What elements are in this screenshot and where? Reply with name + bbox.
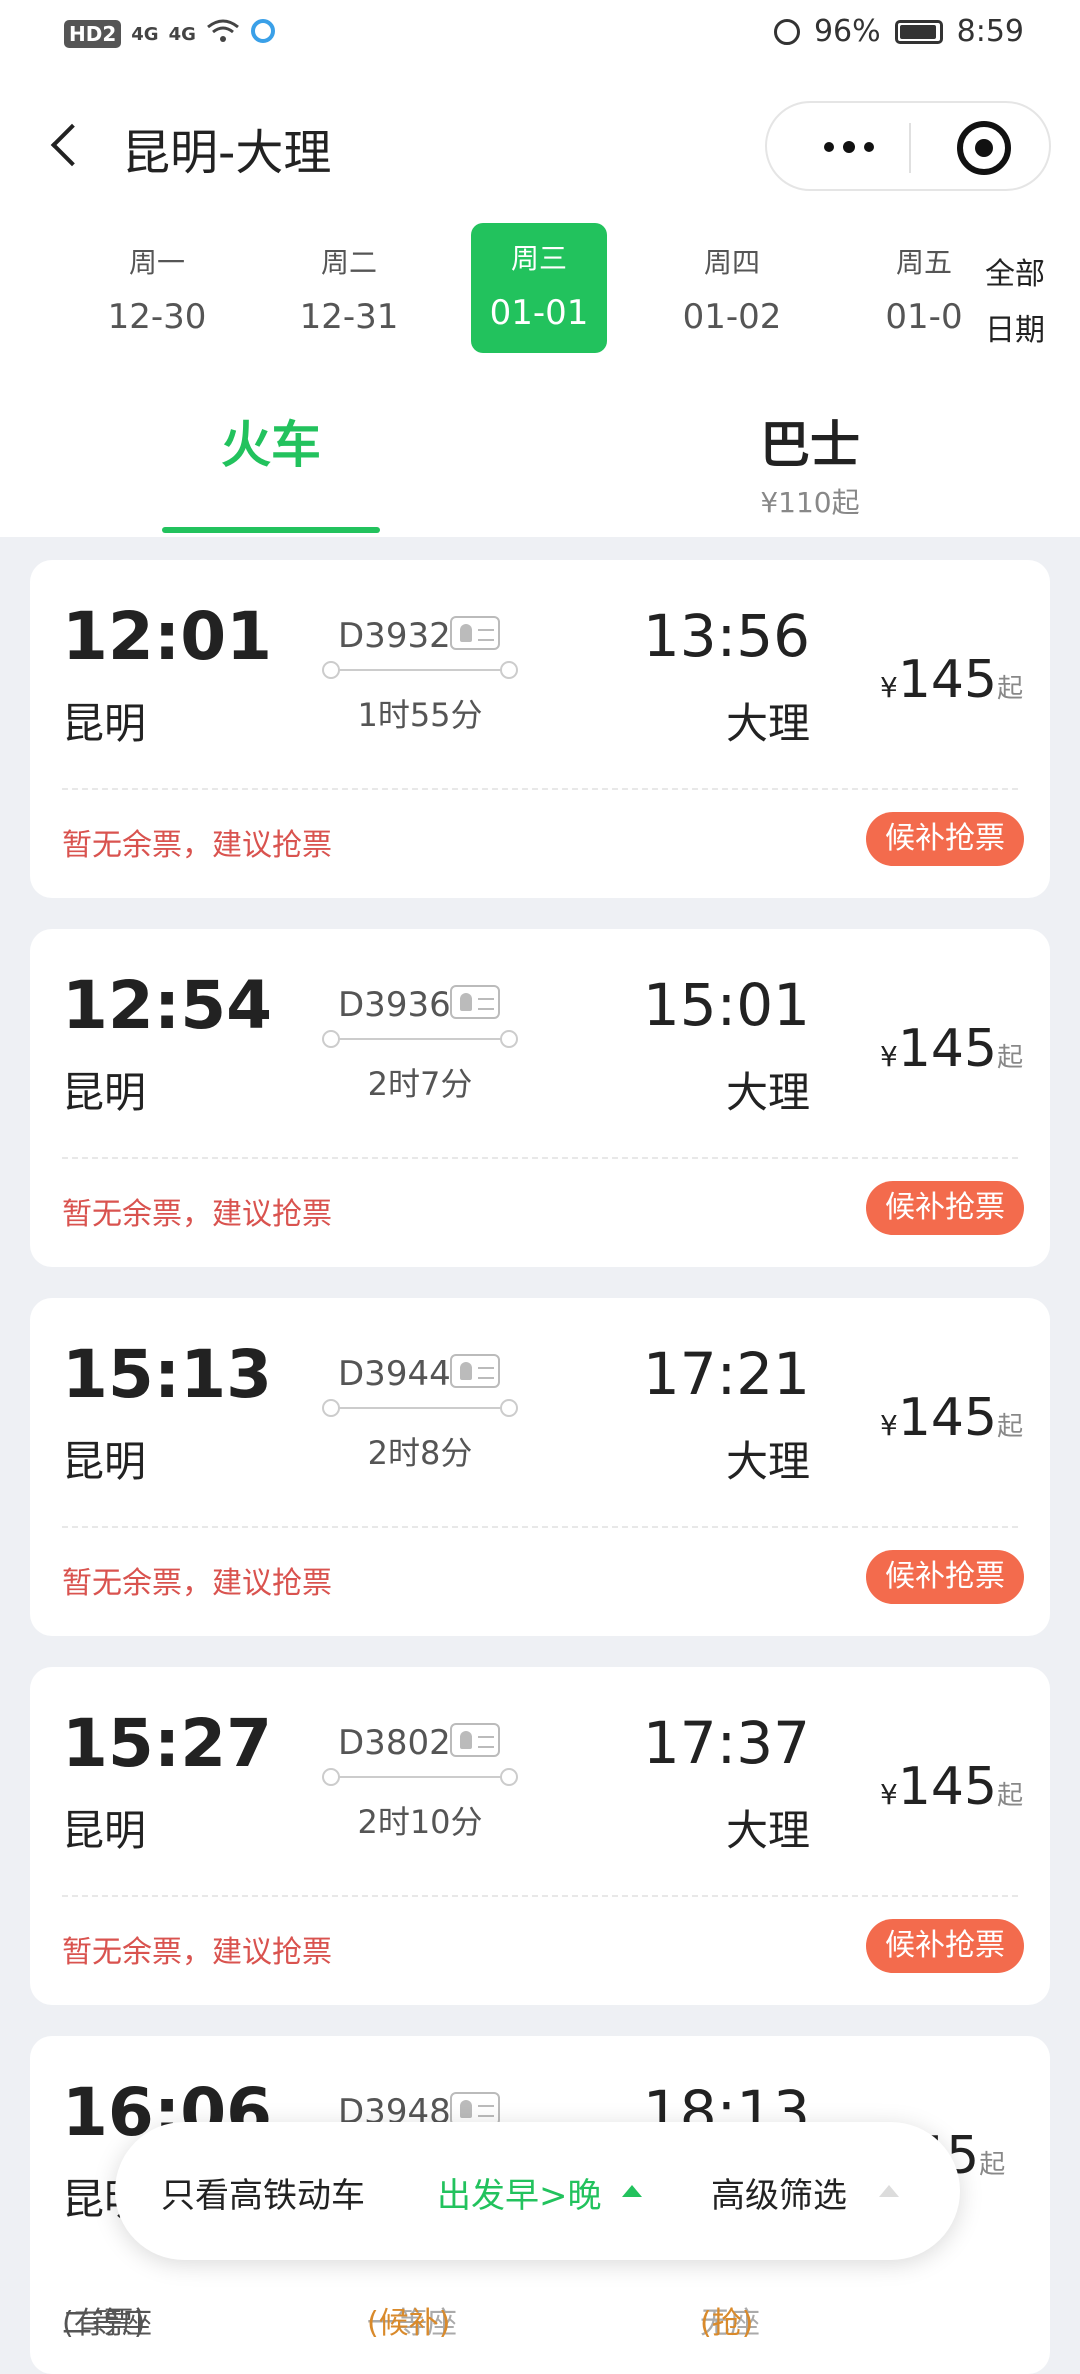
signal-icon-2: 4G xyxy=(168,23,196,45)
train-number: D3932 xyxy=(338,616,451,656)
alarm-icon xyxy=(773,18,800,45)
id-card-icon xyxy=(450,985,500,1019)
card-divider xyxy=(62,1895,1018,1897)
date-selector: 9 周一 12-30 周二 12-31 周三 01-01 周四 01-02 周五… xyxy=(0,215,1080,375)
arrival-time: 13:56 xyxy=(642,602,810,670)
close-target-icon[interactable] xyxy=(957,121,1011,175)
wifi-icon xyxy=(206,18,240,50)
tab-train[interactable]: 火车 xyxy=(162,405,380,477)
waitlist-button[interactable]: 候补抢票 xyxy=(866,812,1024,866)
waitlist-button[interactable]: 候补抢票 xyxy=(866,1919,1024,1973)
clock: 8:59 xyxy=(956,14,1024,49)
no-ticket-message: 暂无余票，建议抢票 xyxy=(62,1935,332,1970)
sort-asc-icon xyxy=(622,2185,642,2197)
filter-sort-departure[interactable]: 出发早>晚 xyxy=(437,2168,602,2217)
price: ¥145起 xyxy=(880,1388,1024,1448)
filter-high-speed[interactable]: 只看高铁动车 xyxy=(161,2168,365,2217)
arrival-time: 15:01 xyxy=(642,971,810,1039)
departure-station: 昆明 xyxy=(62,1806,147,1855)
status-left: HD2 4G 4G xyxy=(64,18,276,50)
miniprogram-capsule xyxy=(765,101,1051,191)
nav-header: 昆明-大理 xyxy=(0,75,1080,215)
signal-icon: 4G xyxy=(131,23,159,45)
card-divider xyxy=(62,1157,1018,1159)
date-item[interactable]: 周一 12-30 xyxy=(82,245,232,339)
tab-indicator xyxy=(162,527,380,533)
filter-bar: 只看高铁动车 出发早>晚 高级筛选 xyxy=(115,2122,960,2260)
status-right: 96% 8:59 xyxy=(773,14,1024,49)
app-status-icon xyxy=(250,18,276,50)
price: ¥145起 xyxy=(880,650,1024,710)
arrival-time: 17:21 xyxy=(642,1340,810,1408)
back-icon[interactable] xyxy=(36,115,96,175)
route-line xyxy=(322,661,518,679)
departure-time: 12:54 xyxy=(62,967,273,1044)
duration: 2时10分 xyxy=(357,1803,483,1841)
card-divider xyxy=(62,1526,1018,1528)
departure-station: 昆明 xyxy=(62,1068,147,1117)
date-item[interactable]: 9 xyxy=(0,245,40,303)
id-card-icon xyxy=(450,1354,500,1388)
train-number: D3944 xyxy=(338,1354,451,1394)
no-ticket-message: 暂无余票，建议抢票 xyxy=(62,1197,332,1232)
arrival-time: 17:37 xyxy=(642,1709,810,1777)
no-ticket-message: 暂无余票，建议抢票 xyxy=(62,828,332,863)
advanced-filter-icon xyxy=(879,2185,899,2197)
train-card[interactable]: 12:54 昆明 D3936 2时7分 15:01 大理 ¥145起 暂无余票，… xyxy=(30,929,1050,1267)
card-divider xyxy=(62,788,1018,790)
arrival-station: 大理 xyxy=(725,699,810,748)
id-card-icon xyxy=(450,2092,500,2126)
status-bar: HD2 4G 4G 96% 8:59 xyxy=(0,0,1080,75)
departure-station: 昆明 xyxy=(62,1437,147,1486)
capsule-divider xyxy=(909,123,911,173)
departure-time: 12:01 xyxy=(62,598,273,675)
price: ¥145起 xyxy=(880,1019,1024,1079)
arrival-station: 大理 xyxy=(725,1437,810,1486)
page-title: 昆明-大理 xyxy=(122,125,332,181)
price: ¥145起 xyxy=(880,1757,1024,1817)
battery-percent: 96% xyxy=(813,14,881,49)
date-item[interactable]: 周四 01-02 xyxy=(657,245,807,339)
transport-tabs: 火车 巴士 ¥110起 xyxy=(0,375,1080,537)
bus-price-hint: ¥110起 xyxy=(760,486,860,519)
waitlist-button[interactable]: 候补抢票 xyxy=(866,1550,1024,1604)
date-item-selected[interactable]: 周三 01-01 xyxy=(471,223,607,353)
train-card[interactable]: 15:27 昆明 D3802 2时10分 17:37 大理 ¥145起 暂无余票… xyxy=(30,1667,1050,2005)
waitlist-button[interactable]: 候补抢票 xyxy=(866,1181,1024,1235)
route-line xyxy=(322,1768,518,1786)
id-card-icon xyxy=(450,616,500,650)
arrival-station: 大理 xyxy=(725,1806,810,1855)
date-item[interactable]: 周二 12-31 xyxy=(274,245,424,339)
hd-badge: HD2 xyxy=(64,20,122,48)
more-icon[interactable] xyxy=(809,125,889,169)
filter-advanced[interactable]: 高级筛选 xyxy=(711,2168,847,2217)
departure-time: 15:27 xyxy=(62,1705,273,1782)
tab-bus[interactable]: 巴士 ¥110起 xyxy=(700,405,920,521)
train-number: D3802 xyxy=(338,1723,451,1763)
departure-time: 15:13 xyxy=(62,1336,273,1413)
route-line xyxy=(322,1399,518,1417)
arrival-station: 大理 xyxy=(725,1068,810,1117)
route-line xyxy=(322,1030,518,1048)
all-dates-button[interactable]: 全部 日期 xyxy=(985,247,1055,359)
train-card[interactable]: 12:01 昆明 D3932 1时55分 13:56 大理 ¥145起 暂无余票… xyxy=(30,560,1050,898)
duration: 2时8分 xyxy=(367,1434,473,1472)
battery-icon xyxy=(894,19,943,44)
no-ticket-message: 暂无余票，建议抢票 xyxy=(62,1566,332,1601)
duration: 1时55分 xyxy=(357,696,483,734)
train-number: D3936 xyxy=(338,985,451,1025)
train-card[interactable]: 15:13 昆明 D3944 2时8分 17:21 大理 ¥145起 暂无余票，… xyxy=(30,1298,1050,1636)
departure-station: 昆明 xyxy=(62,699,147,748)
duration: 2时7分 xyxy=(367,1065,473,1103)
date-item[interactable]: 周五 01-0 xyxy=(849,245,999,339)
id-card-icon xyxy=(450,1723,500,1757)
